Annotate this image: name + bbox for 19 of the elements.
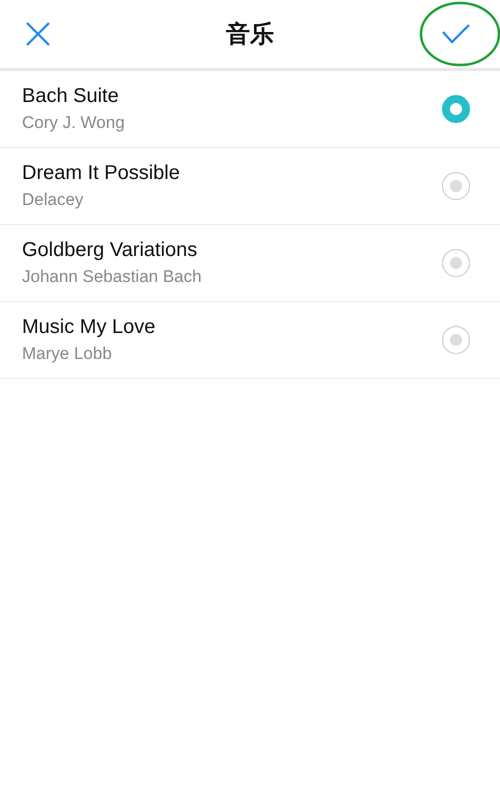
song-row[interactable]: Dream It Possible Delacey — [0, 148, 500, 225]
artist-name: Cory J. Wong — [22, 113, 125, 133]
page-title: 音乐 — [226, 19, 274, 50]
song-row[interactable]: Music My Love Marye Lobb — [0, 302, 500, 379]
radio-button[interactable] — [442, 172, 470, 200]
song-title: Music My Love — [22, 316, 156, 339]
artist-name: Johann Sebastian Bach — [22, 267, 202, 287]
artist-name: Delacey — [22, 190, 84, 210]
song-title: Bach Suite — [22, 85, 120, 108]
song-title: Goldberg Variations — [22, 239, 198, 262]
checkmark-icon — [441, 23, 471, 45]
song-row[interactable]: Bach Suite Cory J. Wong — [0, 71, 500, 148]
song-row[interactable]: Goldberg Variations Johann Sebastian Bach — [0, 225, 500, 302]
radio-button[interactable] — [442, 249, 470, 277]
radio-button[interactable] — [442, 95, 470, 123]
radio-button[interactable] — [442, 326, 470, 354]
close-icon — [25, 21, 51, 47]
artist-name: Marye Lobb — [22, 344, 113, 364]
song-title: Dream It Possible — [22, 162, 180, 185]
